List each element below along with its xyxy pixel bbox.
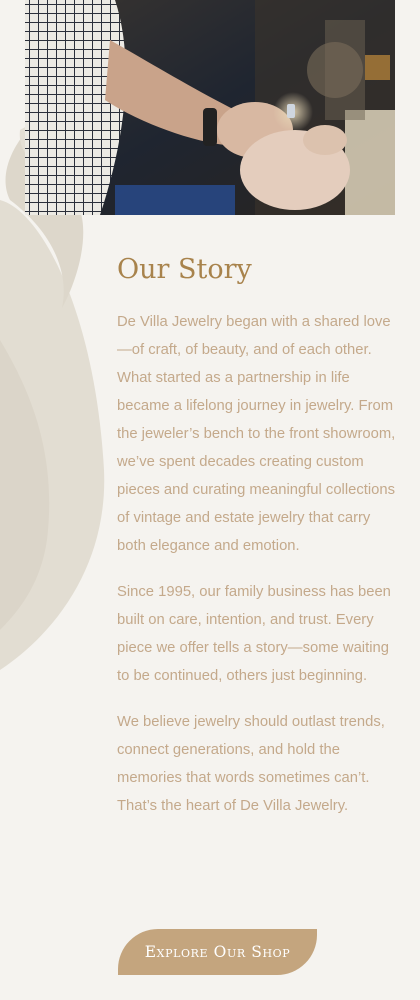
story-heading: Our Story: [117, 254, 252, 285]
jeweler-photo: [25, 0, 395, 215]
story-paragraph-1: De Villa Jewelry began with a shared lov…: [117, 314, 396, 554]
story-paragraph-2: Since 1995, our family business has been…: [117, 584, 391, 684]
explore-shop-button[interactable]: Explore Our Shop: [118, 929, 317, 975]
our-story-section: Our Story De Villa Jewelry began with a …: [117, 250, 402, 820]
story-paragraph-3: We believe jewelry should outlast trends…: [117, 714, 385, 814]
